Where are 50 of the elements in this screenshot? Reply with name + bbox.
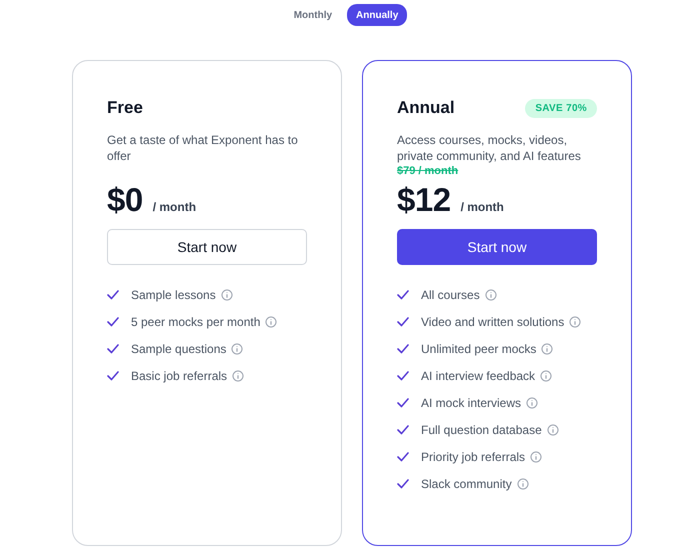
info-icon[interactable] [540, 370, 552, 382]
feature-text: Sample questions [131, 342, 226, 356]
info-icon[interactable] [541, 343, 554, 355]
check-icon [107, 317, 119, 327]
start-button[interactable]: Start now [107, 229, 307, 265]
feature-text: AI interview feedback [421, 369, 536, 383]
check-icon [397, 398, 409, 408]
check-icon [397, 452, 409, 462]
check-icon [107, 290, 119, 300]
plan-name: Free [107, 98, 143, 118]
feature-text: Unlimited peer mocks [421, 342, 536, 356]
check-icon [107, 344, 119, 354]
price: $0 [107, 181, 143, 219]
check-icon [107, 371, 119, 381]
info-icon[interactable] [546, 424, 559, 436]
check-icon [397, 371, 409, 381]
info-icon[interactable] [569, 316, 582, 328]
feature-text: Full question database [421, 423, 542, 437]
feature-text: All courses [421, 288, 480, 302]
start-button[interactable]: Start now [397, 229, 597, 265]
info-icon[interactable] [265, 316, 278, 328]
discount-badge: SAVE 70% [525, 98, 597, 118]
price: $12 [397, 181, 451, 219]
check-icon [397, 344, 409, 354]
feature-text: Sample lessons [131, 288, 216, 302]
feature-text: Slack community [421, 477, 512, 491]
feature-text: Video and written solutions [421, 315, 564, 329]
check-icon [397, 479, 409, 489]
info-icon[interactable] [220, 289, 233, 301]
info-icon[interactable] [526, 397, 538, 409]
plan-description: Get a taste of what Exponent has to offer [107, 132, 299, 164]
info-icon[interactable] [232, 370, 244, 382]
info-icon[interactable] [516, 478, 529, 490]
billing-tab[interactable]: Annually [347, 4, 408, 26]
info-icon[interactable] [231, 343, 244, 355]
price-period: / month [460, 200, 504, 214]
check-icon [397, 317, 409, 327]
old-price: $79 / month [397, 165, 458, 179]
feature-text: 5 peer mocks per month [131, 315, 260, 329]
check-icon [397, 425, 409, 435]
plan-name: Annual [397, 98, 455, 118]
plan-description: Access courses, mocks, videos, private community, and AI features [397, 132, 582, 164]
price-period: / month [152, 200, 196, 214]
billing-tab[interactable]: Monthly [284, 4, 342, 26]
check-icon [397, 290, 409, 300]
feature-text: Basic job referrals [131, 369, 228, 383]
info-icon[interactable] [530, 451, 542, 463]
feature-text: AI mock interviews [421, 396, 522, 410]
info-icon[interactable] [484, 289, 497, 301]
feature-text: Priority job referrals [421, 450, 526, 464]
